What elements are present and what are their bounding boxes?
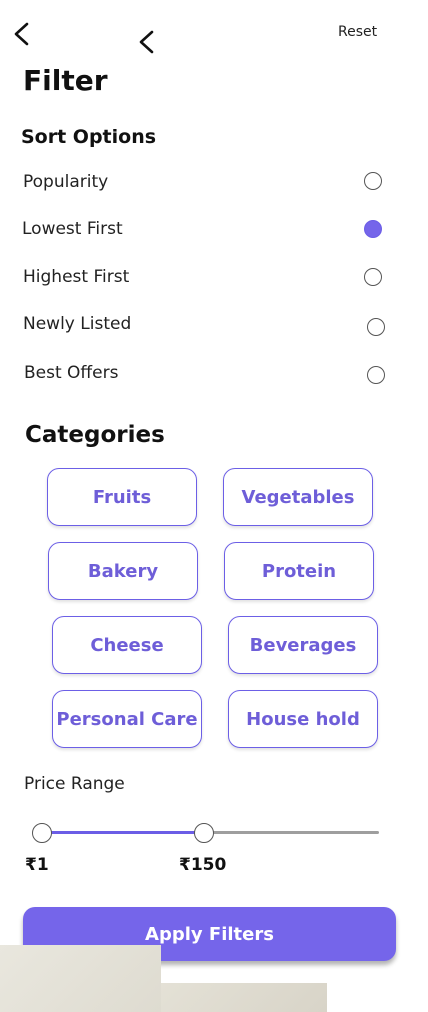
background-image: [0, 945, 161, 1012]
category-chip-protein[interactable]: Protein: [224, 542, 374, 600]
category-chip-vegetables[interactable]: Vegetables: [223, 468, 373, 526]
back-icon[interactable]: [8, 20, 36, 48]
background-image: [161, 983, 327, 1012]
sort-option-radio[interactable]: [367, 366, 385, 384]
price-slider-min-handle[interactable]: [32, 823, 52, 843]
price-range-title: Price Range: [24, 774, 125, 794]
sort-option-radio[interactable]: [364, 172, 382, 190]
category-chip-fruits[interactable]: Fruits: [47, 468, 197, 526]
category-chip-personal-care[interactable]: Personal Care: [52, 690, 202, 748]
sort-option-label[interactable]: Best Offers: [24, 363, 118, 383]
categories-title: Categories: [25, 422, 165, 448]
page-title: Filter: [23, 64, 108, 97]
sort-option-label[interactable]: Newly Listed: [23, 314, 131, 334]
price-slider-max-handle[interactable]: [194, 823, 214, 843]
sort-option-radio-selected[interactable]: [364, 220, 382, 238]
sort-option-radio[interactable]: [364, 268, 382, 286]
sort-options-title: Sort Options: [21, 126, 157, 148]
price-max-value: ₹150: [179, 855, 227, 875]
sort-option-label[interactable]: Popularity: [23, 172, 108, 192]
price-min-value: ₹1: [25, 855, 49, 875]
category-chip-beverages[interactable]: Beverages: [228, 616, 378, 674]
sort-option-label[interactable]: Lowest First: [22, 219, 123, 239]
category-chip-bakery[interactable]: Bakery: [48, 542, 198, 600]
category-chip-cheese[interactable]: Cheese: [52, 616, 202, 674]
reset-button[interactable]: Reset: [338, 24, 377, 40]
sort-option-radio[interactable]: [367, 318, 385, 336]
back-icon[interactable]: [133, 28, 161, 56]
category-chip-household[interactable]: House hold: [228, 690, 378, 748]
sort-option-label[interactable]: Highest First: [23, 267, 129, 287]
price-slider-selected-range: [41, 831, 204, 834]
